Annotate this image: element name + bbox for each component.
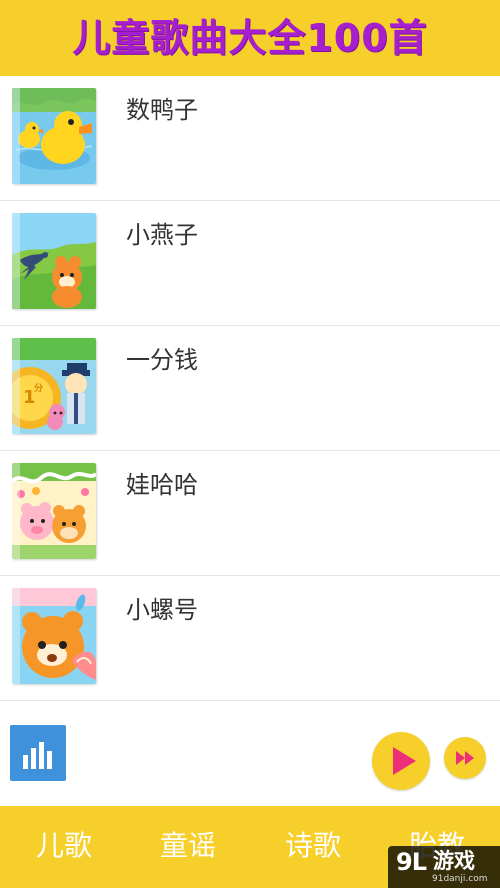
fast-forward-icon <box>456 751 474 765</box>
coin-policeman-cover-icon: 1 分 <box>12 338 96 434</box>
watermark-url: 91danji.com <box>432 874 488 884</box>
play-icon <box>393 747 416 775</box>
song-item-yifenqian[interactable]: 1 分 一分钱 <box>0 326 500 451</box>
song-list: 数鸭子 小燕子 1 分 一分钱 娃哈哈 小螺号 <box>0 76 500 704</box>
tab-erge[interactable]: 儿歌 <box>36 826 92 866</box>
song-item-shuyazi[interactable]: 数鸭子 <box>0 76 500 201</box>
equalizer-icon <box>23 742 52 769</box>
watermark: 9L 游戏 91danji.com <box>388 846 500 888</box>
music-player-bar <box>0 704 500 806</box>
bottom-navigation: 儿歌 童谣 诗歌 胎教 9L 游戏 91danji.com <box>0 806 500 888</box>
tab-shige[interactable]: 诗歌 <box>285 826 341 866</box>
page-title: 儿童歌曲大全100首 <box>72 16 428 60</box>
tab-tongyao[interactable]: 童谣 <box>160 826 216 866</box>
song-title: 数鸭子 <box>126 96 198 124</box>
watermark-text: 游戏 <box>433 849 475 873</box>
swallow-cover-icon <box>12 213 96 309</box>
song-item-wahaha[interactable]: 娃哈哈 <box>0 451 500 576</box>
play-button[interactable] <box>372 732 430 790</box>
song-title: 小螺号 <box>126 596 198 624</box>
song-item-xiaoluohao[interactable]: 小螺号 <box>0 576 500 701</box>
next-button[interactable] <box>444 737 486 779</box>
song-title: 娃哈哈 <box>126 471 198 499</box>
conch-cover-icon <box>12 588 96 684</box>
svg-text:分: 分 <box>34 382 43 394</box>
song-title: 小燕子 <box>126 221 198 249</box>
kids-garden-cover-icon <box>12 463 96 559</box>
song-title: 一分钱 <box>126 346 198 374</box>
song-item-xiaoyanzi[interactable]: 小燕子 <box>0 201 500 326</box>
app-header: 儿童歌曲大全100首 <box>0 0 500 76</box>
duck-cover-icon <box>12 88 96 184</box>
equalizer-button[interactable] <box>10 725 66 781</box>
